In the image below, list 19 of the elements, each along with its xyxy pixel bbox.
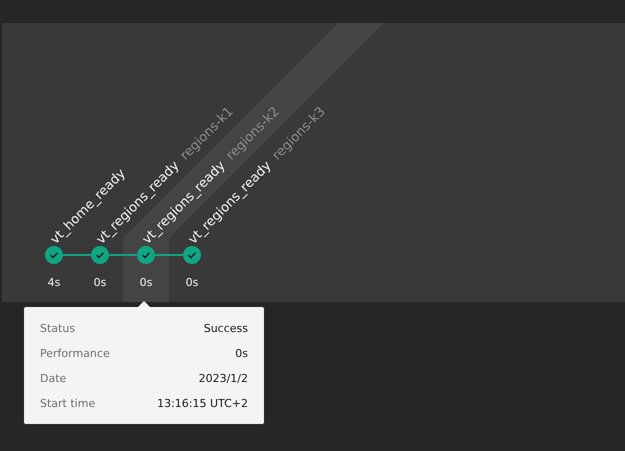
- detail-label: Start time: [40, 396, 96, 412]
- detail-value: 13:16:15 UTC+2: [157, 396, 248, 412]
- check-icon[interactable]: [91, 246, 109, 264]
- duration-text: 0s: [186, 276, 198, 289]
- detail-label: Performance: [40, 346, 110, 362]
- detail-value: 0s: [235, 346, 248, 362]
- check-icon[interactable]: [137, 246, 155, 264]
- connector-line: [109, 254, 137, 256]
- duration-text: 0s: [140, 276, 152, 289]
- check-icon[interactable]: [45, 246, 63, 264]
- detail-label: Date: [40, 371, 66, 387]
- connector-line: [63, 254, 91, 256]
- detail-value: Success: [204, 321, 248, 337]
- detail-label: Status: [40, 321, 76, 337]
- check-icon[interactable]: [183, 246, 201, 264]
- duration-text: 4s: [48, 276, 60, 289]
- duration-text: 0s: [94, 276, 106, 289]
- detail-value: 2023/1/2: [198, 371, 248, 387]
- connector-line: [155, 254, 183, 256]
